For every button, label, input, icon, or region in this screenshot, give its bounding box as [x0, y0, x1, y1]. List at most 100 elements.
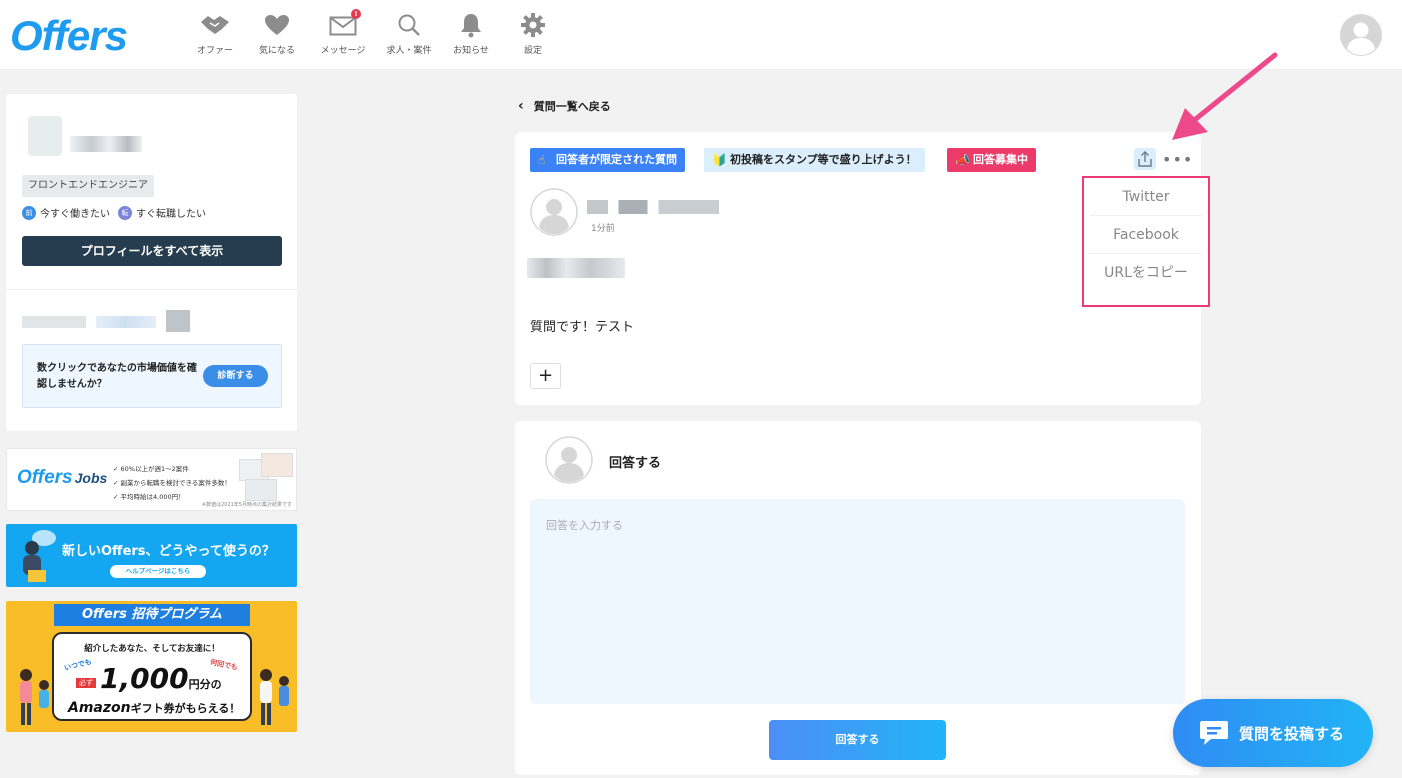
share-dropdown: Twitter Facebook URLをコピー [1082, 176, 1210, 307]
invite-anytime: いつでも [63, 657, 93, 673]
tag-first-post-label: 初投稿をスタンプ等で盛り上げよう！ [730, 153, 917, 166]
blurred-profile-avatar [28, 116, 62, 156]
status-work-now-label: 今すぐ働きたい [40, 209, 110, 220]
blurred-profile-name [70, 136, 142, 152]
heart-icon [264, 10, 290, 40]
invite-amount: 1,000 [100, 662, 189, 695]
nav-message[interactable]: ! メッセージ [312, 9, 374, 56]
tag-limited-label: 回答者が限定された質問 [556, 153, 677, 166]
jobs-logo-jobs: Jobs [74, 470, 108, 486]
divider [6, 289, 297, 290]
my-avatar [545, 436, 593, 484]
show-profile-button[interactable]: プロフィールをすべて表示 [22, 236, 282, 266]
jobs-point-3: ✓ 平均時給は4,000円！ [113, 493, 185, 501]
nav-notifications[interactable]: お知らせ [444, 10, 498, 56]
invite-line1: 紹介したあなた、そしてお友達に！ [84, 644, 220, 654]
pointing-hand-icon: ☝ [538, 153, 546, 167]
annotation-arrow [1172, 52, 1278, 140]
chat-bubble-icon [1200, 721, 1228, 745]
status-change-job-label: すぐ転職したい [136, 209, 206, 220]
back-link-label: 質問一覧へ戻る [533, 100, 611, 113]
chevron-left-icon: ‹ [518, 98, 524, 114]
share-icon [1138, 151, 1152, 167]
market-value-promo: 数クリックであなたの市場価値を確認しませんか？ 診断する [22, 344, 282, 408]
offers-jobs-banner[interactable]: Offers Jobs ✓ 60%以上が週1〜2案件 ✓ 副業から転職を検討できる… [6, 448, 297, 511]
help-title: 新しいOffers、どうやって使うの？ [62, 544, 275, 559]
message-badge: ! [351, 9, 361, 19]
search-icon [397, 10, 421, 40]
invite-card: 紹介したあなた、そしてお友達に！ いつでも 何回でも 必ず 1,000円分の A… [52, 632, 252, 721]
user-avatar[interactable] [1340, 14, 1382, 56]
blurred-market-value [96, 316, 156, 328]
share-facebook-option[interactable]: Facebook [1090, 216, 1202, 254]
answer-heading: 回答する [609, 456, 662, 471]
add-stamp-button[interactable]: + [530, 363, 561, 389]
nav-notifications-label: お知らせ [453, 46, 489, 56]
invite-unit: 円分の [188, 678, 222, 691]
megaphone-icon: 📣 [955, 153, 970, 167]
profile-card: フロントエンドエンジニア 前 今すぐ働きたい 転 すぐ転職したい プロフィールを… [6, 94, 297, 431]
jobs-logo-offers: Offers [17, 467, 73, 488]
submit-answer-button[interactable]: 回答する [769, 720, 946, 760]
jobs-logo: Offers Jobs [17, 467, 107, 489]
post-time: 1分前 [591, 224, 615, 234]
answer-textarea[interactable]: 回答を入力する [530, 499, 1185, 704]
bell-icon [459, 10, 483, 40]
nav-jobs-label: 求人・案件 [386, 46, 432, 56]
question-body: 質問です！テスト [530, 320, 635, 335]
copy-url-option[interactable]: URLをコピー [1090, 254, 1202, 292]
invite-title: Offers 招待プログラム [82, 607, 222, 622]
help-illustration [14, 528, 58, 584]
answer-card: 回答する 回答を入力する 回答する [515, 421, 1201, 775]
status-work-now: 前 今すぐ働きたい [22, 205, 110, 220]
gear-icon [520, 10, 546, 40]
help-page-button[interactable]: ヘルプページはこちら [110, 565, 206, 578]
invite-program-banner[interactable]: Offers 招待プログラム 紹介したあなた、そしてお友達に！ いつでも 何回で… [6, 601, 297, 732]
job-tag: フロントエンドエンジニア [22, 175, 154, 197]
share-button[interactable] [1134, 148, 1156, 170]
post-question-fab[interactable]: 質問を投稿する [1173, 699, 1373, 767]
share-twitter-option[interactable]: Twitter [1090, 178, 1202, 216]
blurred-market-label [22, 316, 86, 328]
envelope-icon: ! [329, 9, 361, 40]
nav-settings[interactable]: 設定 [506, 10, 560, 56]
people-illustration [254, 659, 296, 729]
invite-gift: ギフト券がもらえる！ [130, 702, 241, 715]
blurred-question-title [527, 258, 625, 278]
nav-jobs[interactable]: 求人・案件 [382, 10, 436, 56]
tag-recruiting-label: 回答募集中 [973, 153, 1028, 166]
nav-message-label: メッセージ [320, 46, 366, 56]
jobs-point-2: ✓ 副業から転職を検討できる案件多数！ [113, 479, 231, 487]
diagnose-button[interactable]: 診断する [203, 365, 268, 387]
back-to-questions-link[interactable]: ‹ 質問一覧へ戻る [518, 98, 611, 114]
main-nav: オファー 気になる ! メッセージ 求人・案件 お知らせ 設定 [188, 9, 568, 56]
nav-favorite-label: 気になる [258, 46, 295, 56]
screenshot-thumb [245, 479, 277, 501]
author-avatar [530, 188, 578, 236]
nav-favorite[interactable]: 気になる [250, 10, 304, 56]
status-change-job: 転 すぐ転職したい [118, 205, 206, 220]
invite-amount-row: 1,000円分の [100, 662, 222, 695]
invite-amazon: Amazon [68, 700, 131, 716]
nav-settings-label: 設定 [523, 46, 542, 56]
tag-first-post: 🔰 初投稿をスタンプ等で盛り上げよう！ [704, 148, 925, 172]
jobs-screenshots [239, 453, 295, 503]
beginner-mark-icon: 🔰 [712, 153, 727, 167]
help-banner[interactable]: 新しいOffers、どうやって使うの？ ヘルプページはこちら [6, 524, 297, 587]
jobs-point-1: ✓ 60%以上が週1〜2案件 [113, 465, 189, 473]
blurred-market-badge [166, 310, 190, 332]
handshake-icon [200, 10, 230, 40]
invite-title-ribbon: Offers 招待プログラム [54, 604, 250, 626]
nav-offer[interactable]: オファー [188, 10, 242, 56]
screenshot-thumb [261, 453, 293, 477]
more-options-icon[interactable]: ••• [1162, 150, 1193, 169]
jobs-note: ※数値は2021年5月時点の集計結果です [201, 502, 292, 508]
blurred-author-name [587, 200, 719, 214]
status-work-now-icon: 前 [22, 205, 36, 220]
market-value-text: 数クリックであなたの市場価値を確認しませんか？ [37, 363, 197, 390]
nav-offer-label: オファー [196, 46, 233, 56]
answer-placeholder: 回答を入力する [546, 519, 623, 532]
tag-limited-responders: ☝ 回答者が限定された質問 [530, 148, 685, 172]
tag-recruiting-answers: 📣 回答募集中 [947, 148, 1036, 172]
offers-logo[interactable]: Offers [10, 12, 128, 60]
